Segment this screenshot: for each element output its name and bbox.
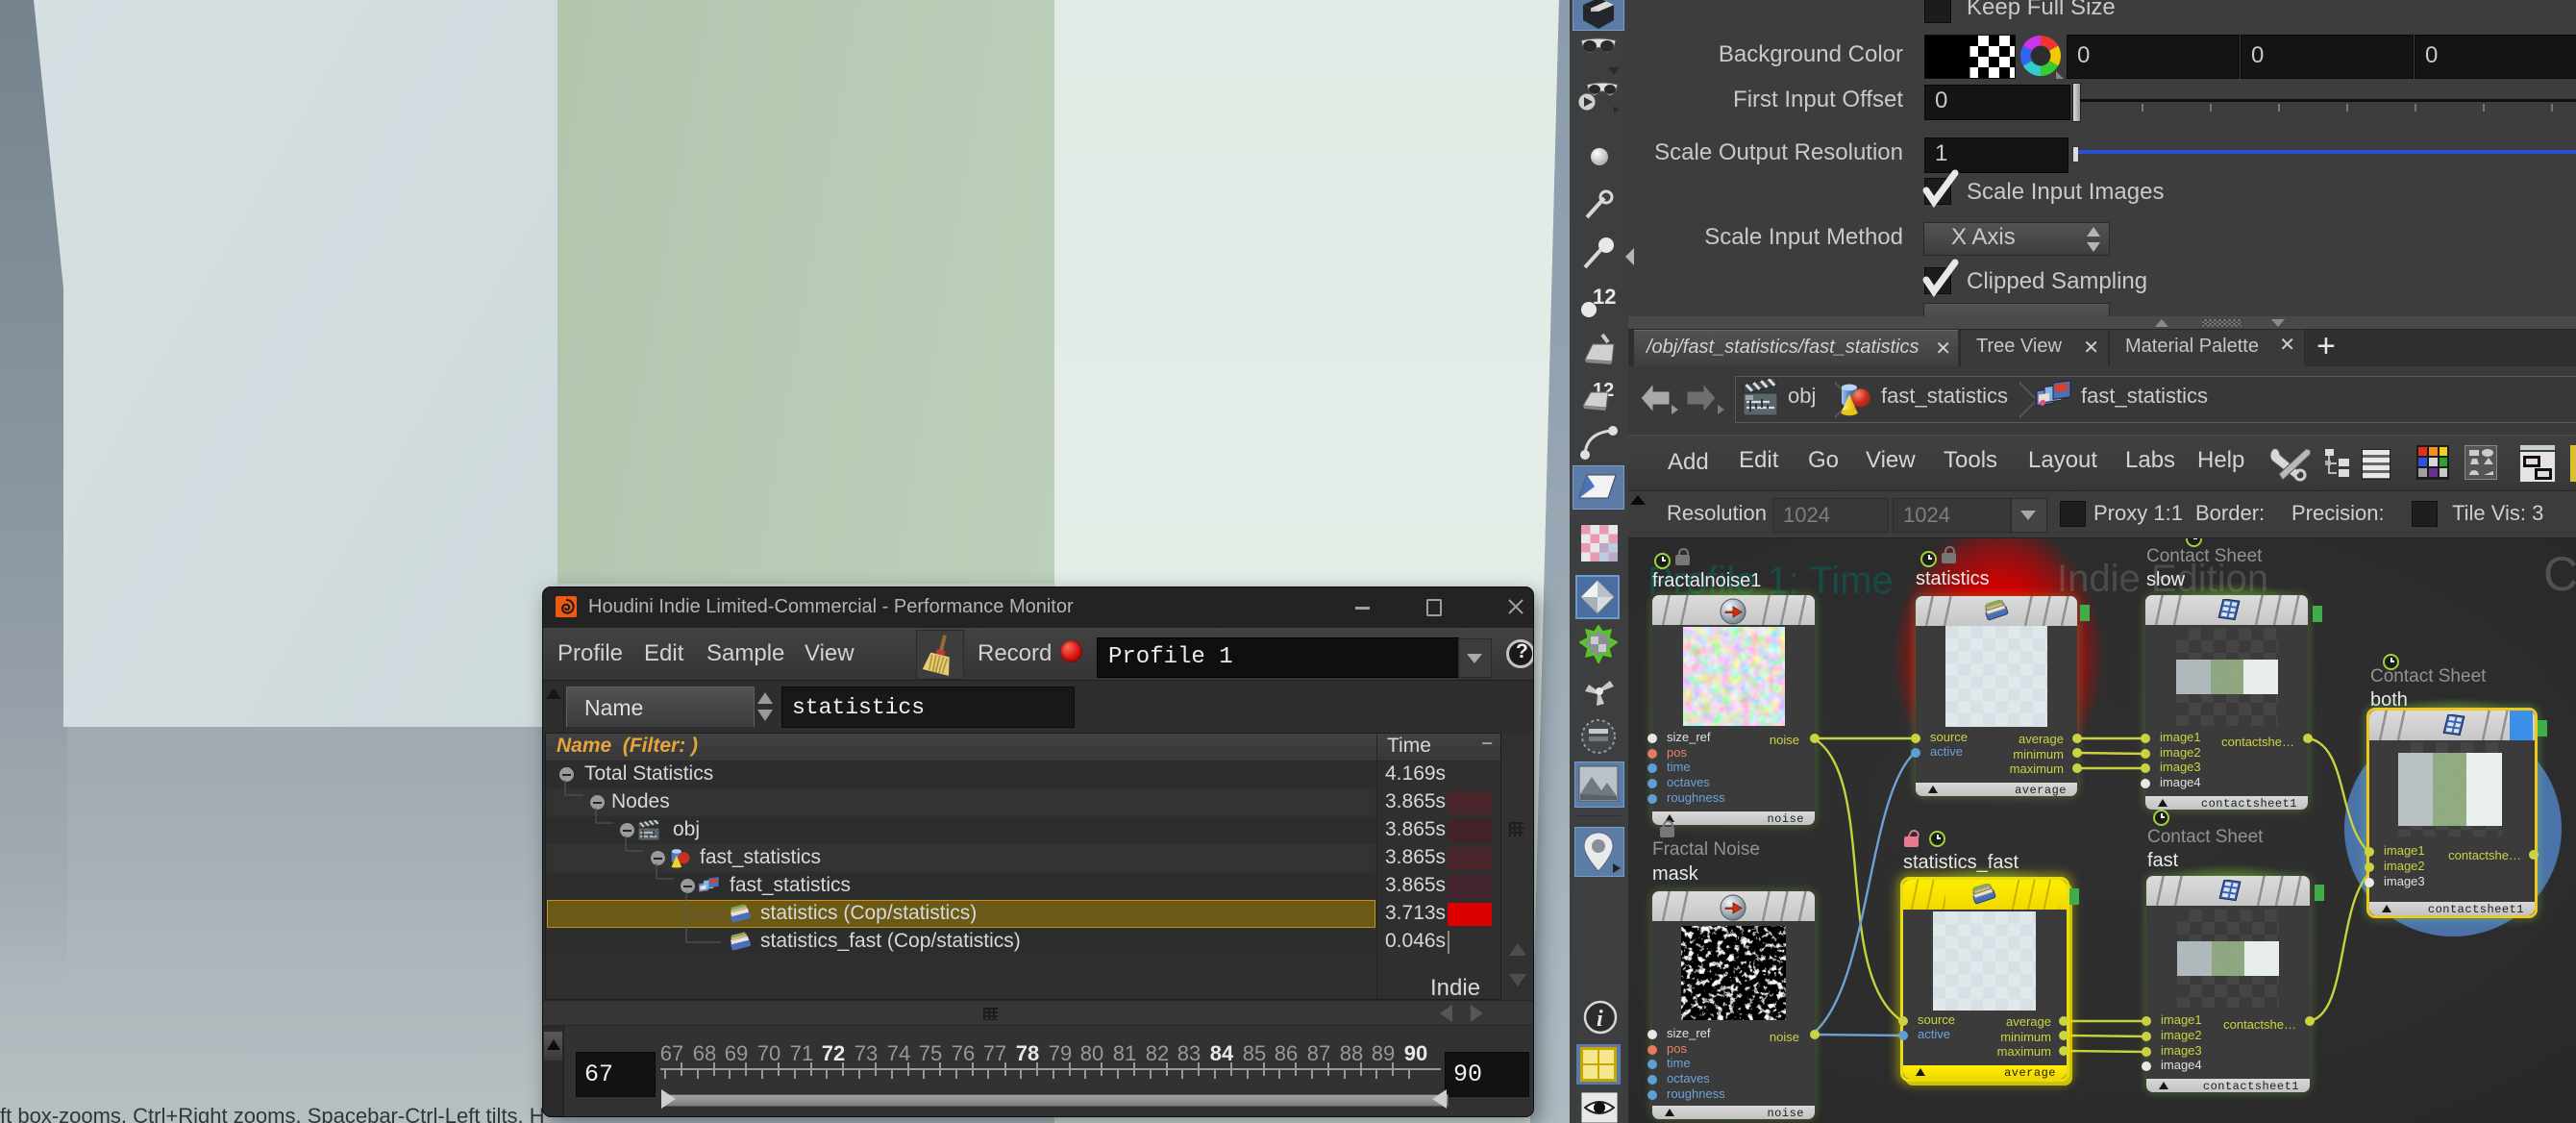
svg-text:i: i: [1597, 1007, 1603, 1032]
svg-text:12: 12: [1593, 285, 1616, 309]
